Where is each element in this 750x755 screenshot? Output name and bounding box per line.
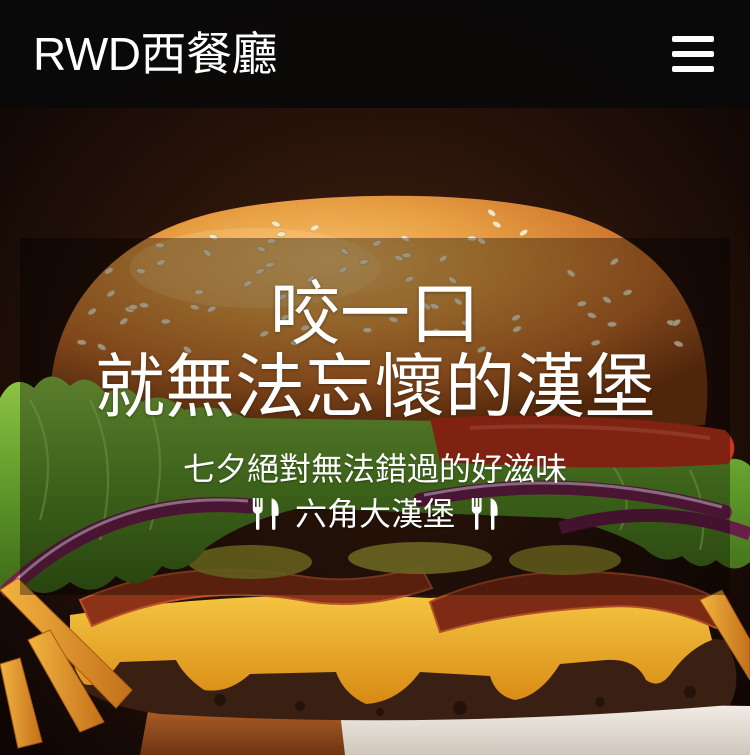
menu-toggle-button[interactable] bbox=[666, 28, 720, 80]
hero-caption-box: 咬一口 就無法忘懷的漢堡 七夕絕對無法錯過的好滋味 六角大漢堡 bbox=[20, 238, 730, 595]
patty-char-spot bbox=[684, 686, 696, 698]
patty-char-spot bbox=[214, 694, 226, 706]
menu-icon-bar bbox=[672, 36, 714, 42]
cutlery-icon bbox=[252, 498, 279, 530]
menu-icon-bar bbox=[672, 51, 714, 57]
hero-headline-line-1: 咬一口 bbox=[270, 273, 480, 355]
menu-icon-bar bbox=[672, 66, 714, 72]
site-title-link[interactable]: RWD西餐廳 bbox=[33, 28, 278, 80]
hamburger-menu-icon bbox=[672, 36, 714, 72]
product-tagline: 六角大漢堡 bbox=[20, 494, 730, 534]
patty-char-spot bbox=[453, 701, 467, 715]
hero-headline-line-2: 就無法忘懷的漢堡 bbox=[95, 346, 655, 428]
site-header: RWD西餐廳 bbox=[0, 0, 750, 108]
patty-char-spot bbox=[376, 708, 384, 716]
patty-char-spot bbox=[595, 697, 605, 707]
cutlery-icon bbox=[471, 498, 498, 530]
hero-subtitle: 七夕絕對無法錯過的好滋味 bbox=[182, 450, 567, 488]
hero-headline: 咬一口 就無法忘懷的漢堡 bbox=[20, 278, 730, 424]
product-name: 六角大漢堡 bbox=[294, 495, 455, 533]
patty-char-spot bbox=[295, 701, 305, 711]
hero-banner: 咬一口 就無法忘懷的漢堡 七夕絕對無法錯過的好滋味 六角大漢堡 bbox=[0, 0, 750, 755]
